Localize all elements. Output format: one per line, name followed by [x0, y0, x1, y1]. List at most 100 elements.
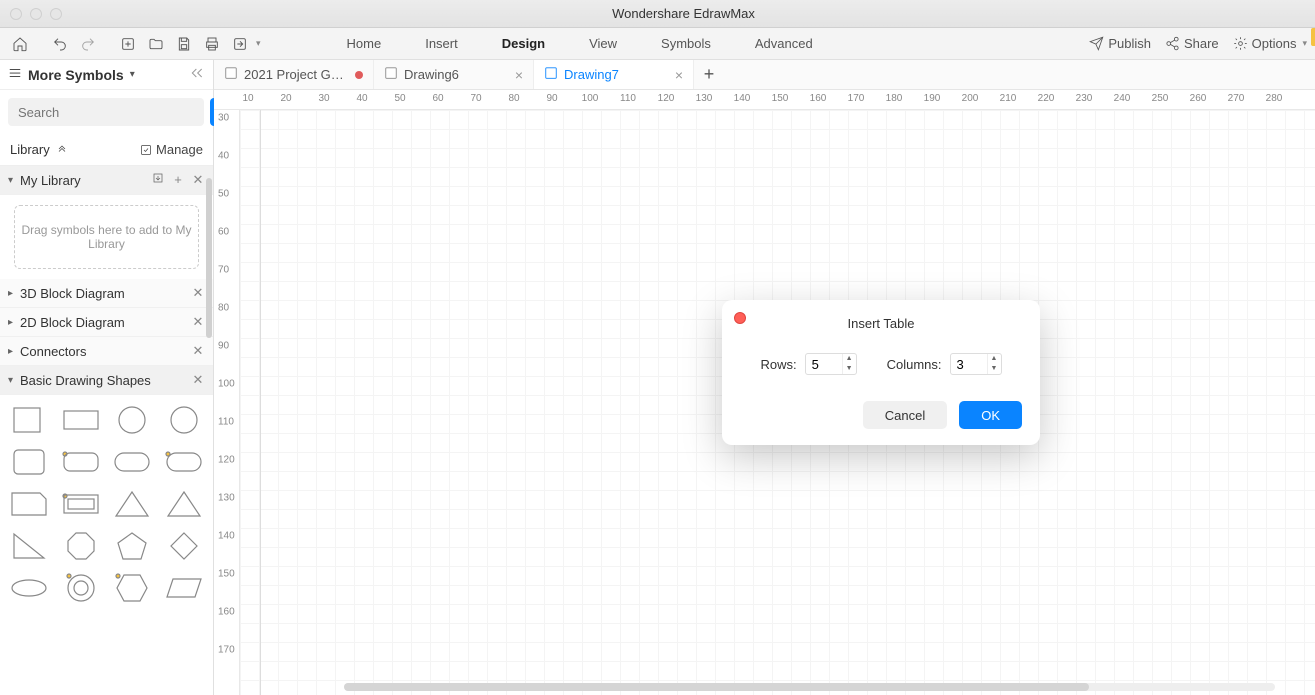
- right-edge-indicator: [1311, 28, 1315, 46]
- sidebar-header: More Symbols ▾: [0, 60, 213, 90]
- triangle-down-icon: ▾: [8, 175, 20, 186]
- shape-parallelogram[interactable]: [164, 573, 204, 603]
- share-label: Share: [1184, 36, 1219, 51]
- shape-pentagon[interactable]: [112, 531, 152, 561]
- collapse-sidebar-icon[interactable]: [189, 65, 205, 84]
- plus-icon[interactable]: +: [171, 172, 185, 188]
- cols-spinner[interactable]: ▲▼: [950, 353, 1002, 375]
- menu-insert[interactable]: Insert: [423, 32, 460, 55]
- sidebar-scrollbar[interactable]: [206, 178, 212, 338]
- cols-input[interactable]: [951, 357, 987, 372]
- window-titlebar: Wondershare EdrawMax: [0, 0, 1315, 28]
- rows-label: Rows:: [760, 357, 796, 372]
- my-library-drop-hint: Drag symbols here to add to My Library: [14, 205, 199, 269]
- window-title: Wondershare EdrawMax: [62, 6, 1305, 21]
- content-area: 2021 Project G… Drawing6 × Drawing7 × + …: [214, 60, 1315, 695]
- shape-triangle[interactable]: [112, 489, 152, 519]
- rows-up-icon[interactable]: ▲: [843, 354, 856, 364]
- triangle-right-icon: ▸: [8, 346, 20, 357]
- traffic-min[interactable]: [30, 8, 42, 20]
- cat-my-library[interactable]: ▾ My Library + ✕: [0, 166, 213, 195]
- menu-view[interactable]: View: [587, 32, 619, 55]
- library-row: Library Manage: [0, 134, 213, 166]
- manage-label: Manage: [156, 142, 203, 157]
- shape-stadium[interactable]: [112, 447, 152, 477]
- traffic-max[interactable]: [50, 8, 62, 20]
- options-label: Options: [1252, 36, 1297, 51]
- menu-icon[interactable]: [8, 66, 22, 83]
- library-collapse-icon[interactable]: [56, 144, 68, 156]
- cat-connectors[interactable]: ▸ Connectors ✕: [0, 337, 213, 366]
- library-label[interactable]: Library: [10, 142, 50, 157]
- close-icon[interactable]: ✕: [191, 285, 205, 301]
- cancel-button[interactable]: Cancel: [863, 401, 947, 429]
- traffic-lights: [10, 8, 62, 20]
- redo-icon[interactable]: [76, 32, 100, 56]
- main-toolbar: ▾ Home Insert Design View Symbols Advanc…: [0, 28, 1315, 60]
- shape-circle-thin[interactable]: [164, 405, 204, 435]
- home-icon[interactable]: [8, 32, 32, 56]
- cols-label: Columns:: [887, 357, 942, 372]
- shape-rounded-square[interactable]: [9, 447, 49, 477]
- menu-symbols[interactable]: Symbols: [659, 32, 713, 55]
- cat-label: Connectors: [20, 344, 191, 359]
- shape-rectangle[interactable]: [61, 405, 101, 435]
- publish-label: Publish: [1108, 36, 1151, 51]
- sidebar-search: Search: [0, 90, 213, 134]
- right-toolbar: Publish Share Options ▾: [1089, 36, 1307, 51]
- print-icon[interactable]: [200, 32, 224, 56]
- shape-circle[interactable]: [112, 405, 152, 435]
- shapes-palette: [0, 395, 213, 613]
- menu-design[interactable]: Design: [500, 32, 547, 55]
- export-icon[interactable]: [228, 32, 252, 56]
- shape-right-triangle[interactable]: [9, 531, 49, 561]
- close-icon[interactable]: ✕: [191, 314, 205, 330]
- rows-down-icon[interactable]: ▼: [843, 364, 856, 374]
- menu-home[interactable]: Home: [345, 32, 384, 55]
- shape-square[interactable]: [9, 405, 49, 435]
- menu-advanced[interactable]: Advanced: [753, 32, 815, 55]
- close-icon[interactable]: ✕: [191, 343, 205, 359]
- shape-donut[interactable]: [61, 573, 101, 603]
- cols-down-icon[interactable]: ▼: [988, 364, 1001, 374]
- traffic-close[interactable]: [10, 8, 22, 20]
- rows-input[interactable]: [806, 357, 842, 372]
- cat-3d-block[interactable]: ▸ 3D Block Diagram ✕: [0, 279, 213, 308]
- shape-frame[interactable]: [61, 489, 101, 519]
- shape-diamond[interactable]: [164, 531, 204, 561]
- dialog-title: Insert Table: [740, 316, 1022, 331]
- options-button[interactable]: Options ▾: [1233, 36, 1307, 51]
- cat-label: 2D Block Diagram: [20, 315, 191, 330]
- dialog-overlay: Insert Table Rows: ▲▼ Columns: ▲▼: [214, 60, 1315, 695]
- cat-2d-block[interactable]: ▸ 2D Block Diagram ✕: [0, 308, 213, 337]
- import-icon[interactable]: [151, 172, 165, 188]
- open-icon[interactable]: [144, 32, 168, 56]
- rows-spinner[interactable]: ▲▼: [805, 353, 857, 375]
- save-icon[interactable]: [172, 32, 196, 56]
- ok-button[interactable]: OK: [959, 401, 1022, 429]
- dialog-close-button[interactable]: [734, 312, 746, 324]
- shape-ellipse[interactable]: [9, 573, 49, 603]
- cat-label: 3D Block Diagram: [20, 286, 191, 301]
- shape-hexagon[interactable]: [112, 573, 152, 603]
- shape-clipped-rect[interactable]: [9, 489, 49, 519]
- manage-button[interactable]: Manage: [140, 142, 203, 157]
- publish-button[interactable]: Publish: [1089, 36, 1151, 51]
- menu-bar: Home Insert Design View Symbols Advanced: [345, 32, 815, 55]
- close-icon[interactable]: ✕: [191, 372, 205, 388]
- sidebar: More Symbols ▾ Search Library Manage ▾ M…: [0, 60, 214, 695]
- undo-icon[interactable]: [48, 32, 72, 56]
- cols-up-icon[interactable]: ▲: [988, 354, 1001, 364]
- search-input[interactable]: [8, 98, 204, 126]
- close-icon[interactable]: ✕: [191, 172, 205, 188]
- new-icon[interactable]: [116, 32, 140, 56]
- shape-triangle-2[interactable]: [164, 489, 204, 519]
- sidebar-title: More Symbols: [28, 67, 124, 83]
- triangle-right-icon: ▸: [8, 317, 20, 328]
- shape-stadium-2[interactable]: [164, 447, 204, 477]
- shape-octagon[interactable]: [61, 531, 101, 561]
- share-button[interactable]: Share: [1165, 36, 1219, 51]
- chevron-down-icon[interactable]: ▾: [130, 69, 135, 80]
- cat-basic-shapes[interactable]: ▾ Basic Drawing Shapes ✕: [0, 366, 213, 395]
- shape-rounded-rect[interactable]: [61, 447, 101, 477]
